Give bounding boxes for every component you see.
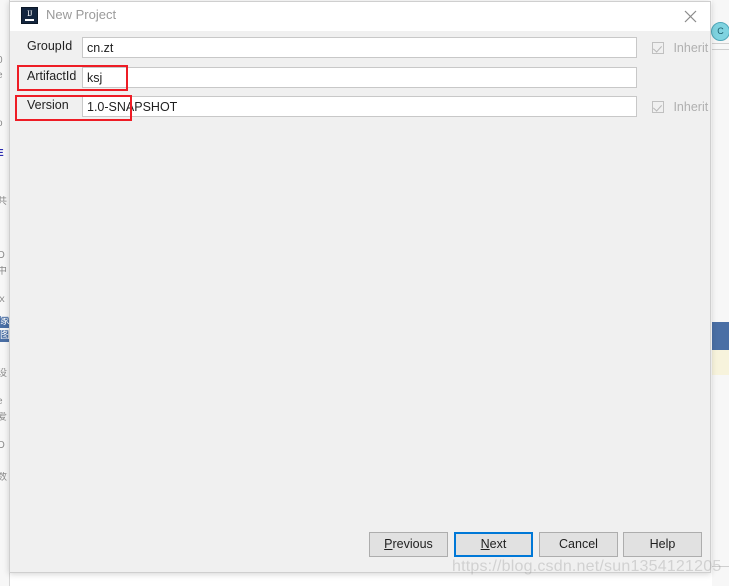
next-button[interactable]: Next (454, 532, 533, 557)
previous-button[interactable]: Previous (369, 532, 448, 557)
background-highlight-bar-blue (712, 322, 729, 350)
groupid-inherit-checkbox[interactable]: Inherit (652, 39, 708, 57)
background-highlight-bar-cream (712, 350, 729, 375)
coordinates-form: GroupId Inherit ArtifactId Version Inher… (10, 31, 710, 521)
version-input[interactable] (82, 96, 637, 117)
background-right-panel (712, 0, 729, 586)
dialog-title: New Project (46, 7, 117, 22)
background-divider (712, 43, 729, 44)
background-avatar-chip-icon: C (711, 22, 729, 41)
dialog-titlebar: IJ New Project (10, 2, 710, 32)
intellij-idea-icon: IJ (21, 7, 38, 24)
artifactid-label: ArtifactId (27, 69, 77, 83)
background-text-fragment: 家 (0, 316, 9, 328)
new-project-dialog: IJ New Project GroupId Inherit ArtifactI… (9, 1, 711, 573)
next-button-mnemonic: N (480, 537, 490, 551)
dialog-button-bar: Previous Next Cancel Help (10, 520, 710, 572)
cancel-button[interactable]: Cancel (539, 532, 618, 557)
help-button[interactable]: Help (623, 532, 702, 557)
artifactid-input[interactable] (82, 67, 637, 88)
version-inherit-label: Inherit (673, 99, 709, 114)
close-icon[interactable] (678, 5, 702, 27)
background-divider (712, 49, 729, 50)
background-divider (712, 566, 729, 567)
groupid-inherit-label: Inherit (673, 40, 709, 55)
background-text-fragment: 图 (0, 330, 9, 342)
groupid-label: GroupId (27, 39, 73, 53)
form-row-artifactid: ArtifactId (10, 67, 710, 89)
groupid-input[interactable] (82, 37, 637, 58)
form-row-groupid: GroupId Inherit (10, 37, 710, 59)
version-inherit-checkbox[interactable]: Inherit (652, 98, 708, 116)
version-label: Version (27, 98, 69, 112)
previous-button-mnemonic: P (384, 537, 393, 551)
next-button-label: ext (489, 537, 507, 551)
checkbox-checked-icon[interactable] (652, 100, 664, 113)
checkbox-checked-icon[interactable] (652, 41, 664, 54)
form-row-version: Version Inherit (10, 96, 710, 118)
previous-button-label: revious (392, 537, 433, 551)
